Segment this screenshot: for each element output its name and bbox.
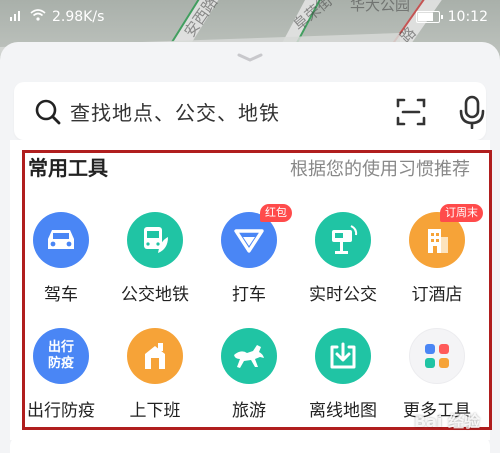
- offline-map-icon: [315, 328, 371, 384]
- microphone-icon[interactable]: [458, 95, 486, 130]
- tool-taxi[interactable]: 红包 打车: [202, 204, 296, 312]
- tool-hotel[interactable]: 订周末 订酒店: [390, 204, 484, 312]
- next-card-peek: [10, 436, 490, 453]
- epidemic-icon: 出行 防疫: [33, 328, 89, 384]
- signal-icon: [10, 9, 24, 25]
- tool-label: 出行防疫: [27, 401, 95, 421]
- more-tools-icon: [409, 328, 465, 384]
- tool-label: 驾车: [44, 285, 78, 305]
- scan-icon[interactable]: [396, 97, 426, 127]
- status-bar: 2.98K/s 10:12: [0, 0, 500, 34]
- tool-label: 实时公交: [309, 285, 377, 305]
- bus-stop-icon: [315, 212, 371, 268]
- bus-icon: [127, 212, 183, 268]
- tool-label: 打车: [232, 285, 266, 305]
- tool-label: 上下班: [129, 401, 181, 421]
- tool-transit[interactable]: 公交地铁: [108, 212, 202, 312]
- tool-epidemic[interactable]: 出行 防疫 出行防疫: [14, 328, 108, 428]
- tool-drive[interactable]: 驾车: [14, 212, 108, 312]
- network-speed: 2.98K/s: [52, 9, 105, 25]
- tool-label: 旅游: [232, 401, 266, 421]
- tool-label: 公交地铁: [121, 285, 189, 305]
- tool-travel[interactable]: 旅游: [202, 328, 296, 428]
- search-bar[interactable]: 查找地点、公交、地铁: [14, 82, 486, 140]
- horse-icon: [221, 328, 277, 384]
- tool-label: 订酒店: [411, 285, 463, 305]
- tool-realtime-bus[interactable]: 实时公交: [296, 212, 390, 312]
- weekend-badge: 订周末: [440, 204, 483, 222]
- red-packet-badge: 红包: [260, 204, 292, 222]
- tool-commute[interactable]: 上下班: [108, 328, 202, 428]
- tools-subtitle: 根据您的使用习惯推荐: [290, 159, 470, 180]
- car-icon: [33, 212, 89, 268]
- watermark: Bai 经验: [413, 412, 480, 431]
- clock: 10:12: [447, 9, 488, 25]
- tool-offline-map[interactable]: 离线地图: [296, 328, 390, 428]
- tools-title: 常用工具: [28, 156, 108, 180]
- search-icon: [34, 98, 62, 126]
- battery-icon: [415, 11, 443, 23]
- commute-icon: [127, 328, 183, 384]
- sheet-drag-handle[interactable]: [233, 50, 267, 64]
- wifi-icon: [30, 9, 46, 25]
- search-input[interactable]: 查找地点、公交、地铁: [70, 97, 280, 126]
- tool-label: 离线地图: [309, 401, 377, 421]
